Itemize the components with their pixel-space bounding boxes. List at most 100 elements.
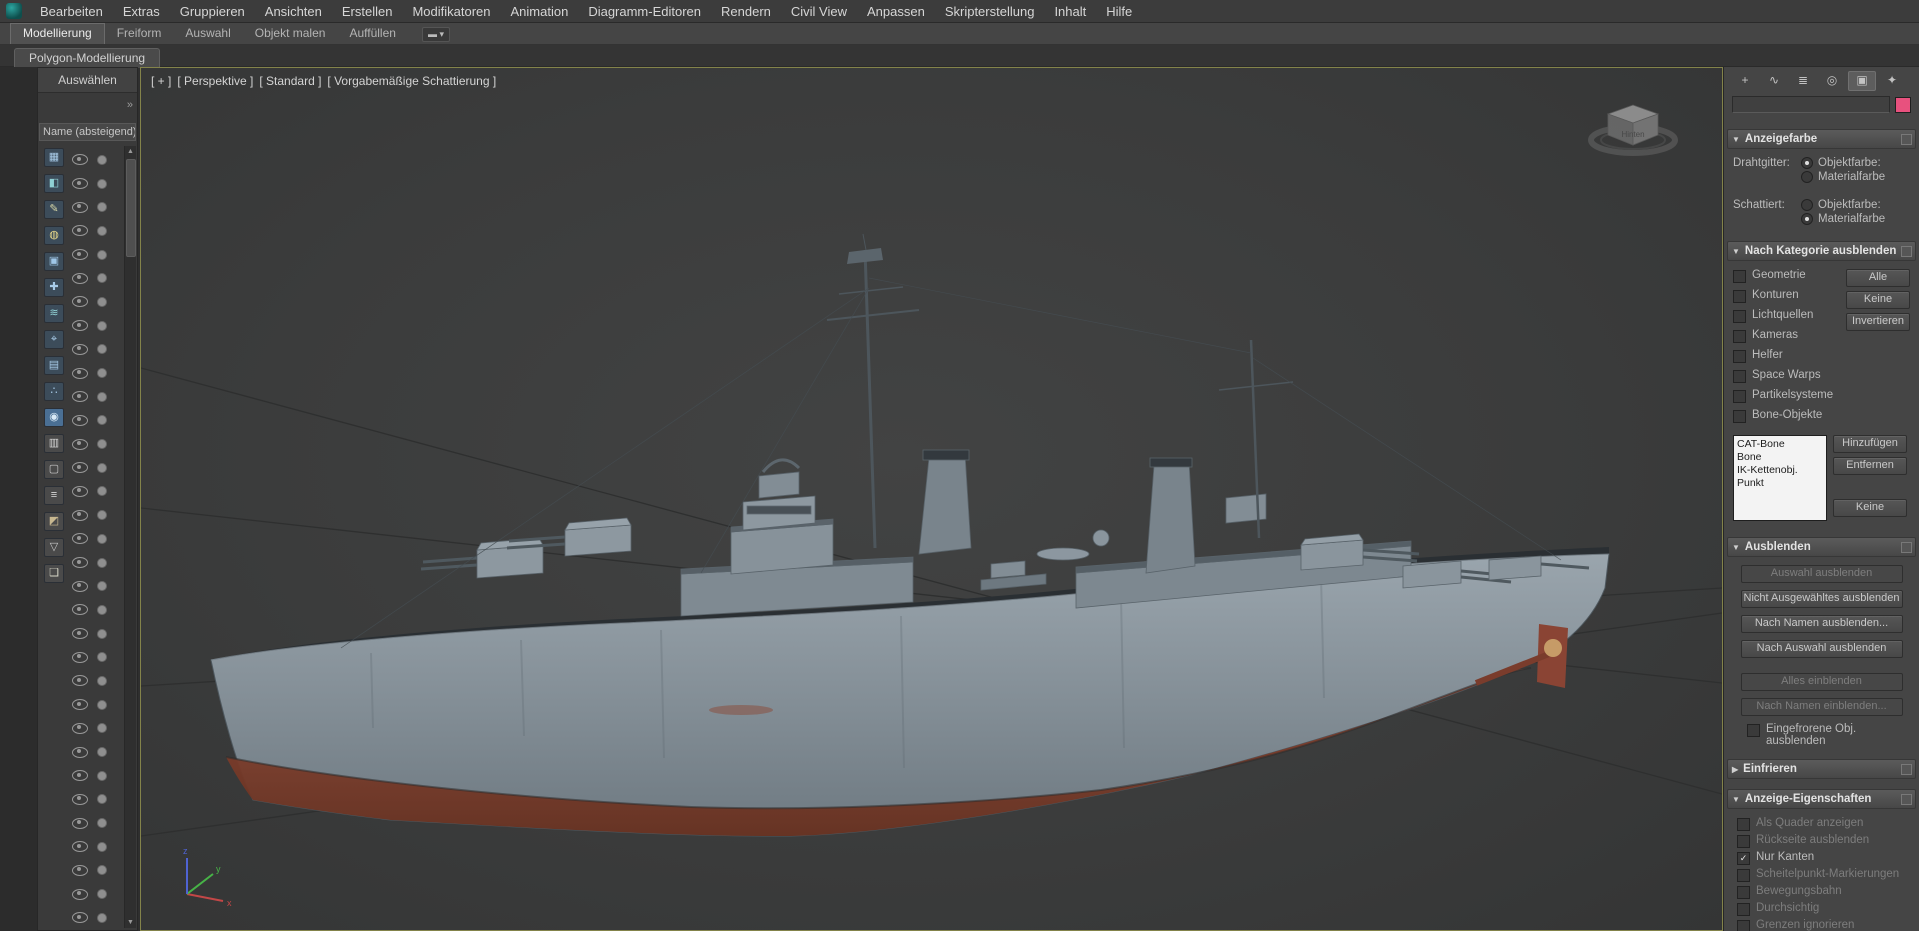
scene-list-row[interactable] xyxy=(72,480,123,504)
keine-list-button[interactable]: Keine xyxy=(1833,499,1907,517)
visibility-eye-icon[interactable] xyxy=(72,675,88,687)
filter-particles-icon[interactable]: ∴ xyxy=(44,382,64,401)
visibility-eye-icon[interactable] xyxy=(72,249,88,261)
visibility-eye-icon[interactable] xyxy=(72,864,88,876)
scene-list-row[interactable] xyxy=(72,811,123,835)
checkbox[interactable] xyxy=(1733,410,1746,423)
radio-icon[interactable] xyxy=(1801,199,1813,211)
name-column-header[interactable]: Name (absteigend) ▾ xyxy=(39,123,136,141)
ribbon-tab-modellierung[interactable]: Modellierung xyxy=(10,23,105,44)
display-prop-scheitelpunkt-markierungen-checkbox[interactable]: Scheitelpunkt-Markierungen xyxy=(1737,868,1910,885)
visibility-eye-icon[interactable] xyxy=(72,320,88,332)
filter-containers-icon[interactable]: ▤ xyxy=(44,356,64,375)
ribbon-panel-tab-polygon-modellierung[interactable]: Polygon-Modellierung xyxy=(14,48,161,68)
scene-list-row[interactable] xyxy=(72,266,123,290)
checkbox[interactable] xyxy=(1733,270,1746,283)
scene-list-row[interactable] xyxy=(72,290,123,314)
visibility-eye-icon[interactable] xyxy=(72,296,88,308)
radio-icon[interactable] xyxy=(1801,171,1813,183)
checkbox[interactable] xyxy=(1733,330,1746,343)
viewcube[interactable]: Hinten xyxy=(1578,84,1688,168)
checkbox[interactable]: ✓ xyxy=(1737,852,1750,865)
rollout-header-anzeige-eigenschaften[interactable]: ▼ Anzeige-Eigenschaften xyxy=(1727,789,1916,809)
checkbox[interactable] xyxy=(1733,350,1746,363)
scene-list-row[interactable] xyxy=(72,219,123,243)
command-tab-display-icon[interactable]: ▣ xyxy=(1848,71,1876,91)
rollout-header-nach-kategorie[interactable]: ▼ Nach Kategorie ausblenden xyxy=(1727,241,1916,261)
scene-list-row[interactable] xyxy=(72,503,123,527)
visibility-eye-icon[interactable] xyxy=(72,154,88,166)
alle-button[interactable]: Alle xyxy=(1846,269,1910,287)
filter-groups-icon[interactable]: ▢ xyxy=(44,460,64,479)
visibility-eye-icon[interactable] xyxy=(72,817,88,829)
scene-list-row[interactable] xyxy=(72,859,123,883)
visibility-eye-icon[interactable] xyxy=(72,580,88,592)
pin-icon[interactable] xyxy=(1901,764,1912,775)
visibility-eye-icon[interactable] xyxy=(72,604,88,616)
menu-item-rendern[interactable]: Rendern xyxy=(711,0,781,23)
menu-item-anpassen[interactable]: Anpassen xyxy=(857,0,935,23)
filter-geometry-icon[interactable]: ◧ xyxy=(44,174,64,193)
filter-lights-icon[interactable]: ◍ xyxy=(44,226,64,245)
checkbox[interactable] xyxy=(1733,370,1746,383)
filter-folder-icon[interactable]: ❑ xyxy=(44,564,64,583)
category-helfer-checkbox[interactable]: Helfer xyxy=(1733,349,1843,369)
visibility-eye-icon[interactable] xyxy=(72,509,88,521)
menu-item-animation[interactable]: Animation xyxy=(501,0,579,23)
filter-shapes-icon[interactable]: ✎ xyxy=(44,200,64,219)
rollout-header-anzeigefarbe[interactable]: ▼ Anzeigefarbe xyxy=(1727,129,1916,149)
visibility-eye-icon[interactable] xyxy=(72,628,88,640)
drahtgitter-objektfarbe-radio[interactable]: Objektfarbe: xyxy=(1801,157,1910,169)
scroll-down-icon[interactable]: ▼ xyxy=(125,917,136,928)
nicht-ausgewähltes-ausblenden-button[interactable]: Nicht Ausgewähltes ausblenden xyxy=(1740,590,1903,608)
scene-list-row[interactable] xyxy=(72,409,123,433)
pin-icon[interactable] xyxy=(1901,134,1912,145)
visibility-eye-icon[interactable] xyxy=(72,533,88,545)
visibility-eye-icon[interactable] xyxy=(72,272,88,284)
command-tab-utilities-icon[interactable]: ✦ xyxy=(1879,71,1905,89)
scene-list-row[interactable] xyxy=(72,740,123,764)
schattiert-materialfarbe-radio[interactable]: Materialfarbe xyxy=(1801,213,1910,225)
visibility-eye-icon[interactable] xyxy=(72,699,88,711)
ribbon-tab-auswahl[interactable]: Auswahl xyxy=(173,23,242,44)
scene-list-row[interactable] xyxy=(72,598,123,622)
scene-list-row[interactable] xyxy=(72,906,123,930)
category-kameras-checkbox[interactable]: Kameras xyxy=(1733,329,1843,349)
viewport-label-menu[interactable]: [ + ] xyxy=(151,74,171,88)
menu-item-bearbeiten[interactable]: Bearbeiten xyxy=(30,0,113,23)
checkbox[interactable] xyxy=(1737,920,1750,931)
visibility-eye-icon[interactable] xyxy=(72,888,88,900)
scene-list-row[interactable] xyxy=(72,195,123,219)
pin-icon[interactable] xyxy=(1901,246,1912,257)
visibility-eye-icon[interactable] xyxy=(72,485,88,497)
scene-list-scrollbar[interactable]: ▲ ▼ xyxy=(124,146,136,928)
scene-list-row[interactable] xyxy=(72,574,123,598)
scene-list-row[interactable] xyxy=(72,527,123,551)
category-partikelsysteme-checkbox[interactable]: Partikelsysteme xyxy=(1733,389,1843,409)
nach-namen-ausblenden-button[interactable]: Nach Namen ausblenden... xyxy=(1740,615,1903,633)
display-prop-rückseite-ausblenden-checkbox[interactable]: Rückseite ausblenden xyxy=(1737,834,1910,851)
visibility-eye-icon[interactable] xyxy=(72,770,88,782)
scene-list-row[interactable] xyxy=(72,835,123,859)
checkbox[interactable] xyxy=(1733,290,1746,303)
visibility-eye-icon[interactable] xyxy=(72,178,88,190)
scroll-up-icon[interactable]: ▲ xyxy=(125,146,136,157)
scene-list-row[interactable] xyxy=(72,385,123,409)
filter-materials-icon[interactable]: ◩ xyxy=(44,512,64,531)
visibility-eye-icon[interactable] xyxy=(72,746,88,758)
visibility-eye-icon[interactable] xyxy=(72,462,88,474)
radio-icon[interactable] xyxy=(1801,213,1813,225)
schattiert-objektfarbe-radio[interactable]: Objektfarbe: xyxy=(1801,199,1910,211)
filter-selected-icon[interactable]: ◉ xyxy=(44,408,64,427)
rollout-header-einfrieren[interactable]: ▶ Einfrieren xyxy=(1727,759,1916,779)
panel-overflow-icon[interactable]: » xyxy=(127,99,133,111)
scene-list-row[interactable] xyxy=(72,172,123,196)
checkbox[interactable] xyxy=(1733,310,1746,323)
list-item-punkt[interactable]: Punkt xyxy=(1737,477,1823,490)
category-konturen-checkbox[interactable]: Konturen xyxy=(1733,289,1843,309)
ribbon-tab-auffüllen[interactable]: Auffüllen xyxy=(337,23,407,44)
category-geometrie-checkbox[interactable]: Geometrie xyxy=(1733,269,1843,289)
visibility-eye-icon[interactable] xyxy=(72,414,88,426)
checkbox[interactable] xyxy=(1737,835,1750,848)
pin-icon[interactable] xyxy=(1901,794,1912,805)
